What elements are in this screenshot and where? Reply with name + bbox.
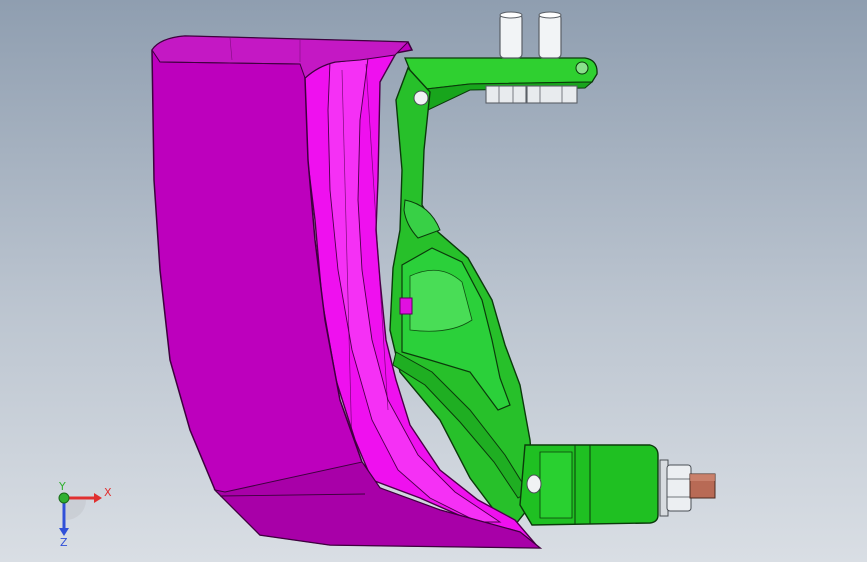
axle-pin[interactable]	[659, 459, 716, 517]
orientation-triad: X Y Z	[58, 480, 112, 548]
triad-plane-icon	[66, 500, 86, 520]
y-axis-label: Y	[58, 480, 66, 493]
z-axis-label: Z	[60, 536, 68, 548]
lower-mount-sleeve[interactable]	[519, 444, 659, 526]
cad-model[interactable]	[0, 0, 867, 562]
x-axis-label: X	[104, 486, 112, 499]
z-axis-arrowhead	[59, 528, 69, 536]
x-axis-arrowhead	[94, 493, 102, 503]
y-axis-dot	[58, 492, 70, 504]
graphics-viewport[interactable]: X Y Z	[0, 0, 867, 562]
